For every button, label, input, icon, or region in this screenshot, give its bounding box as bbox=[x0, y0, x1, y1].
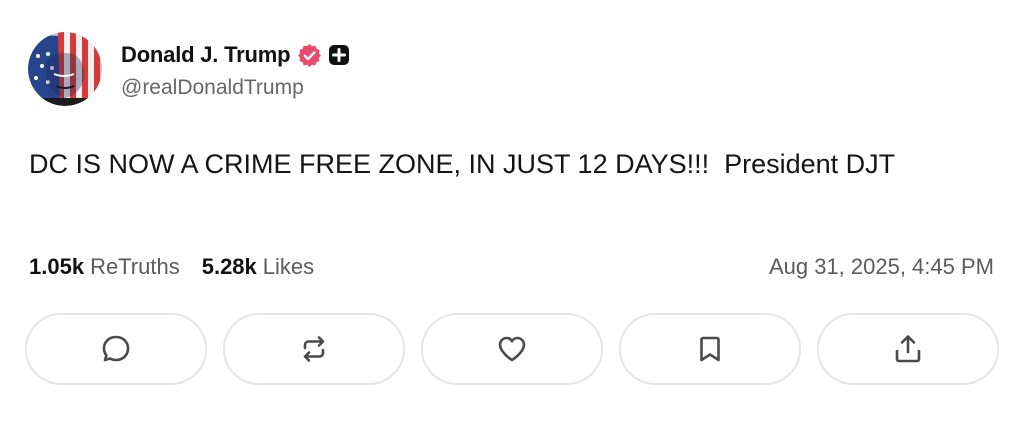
avatar[interactable] bbox=[28, 32, 102, 106]
post-text: DC IS NOW A CRIME FREE ZONE, IN JUST 12 … bbox=[29, 149, 896, 179]
truth-post: Donald J. Trump @realDonaldTrump DC IS N… bbox=[0, 0, 1024, 430]
name-row: Donald J. Trump bbox=[121, 38, 350, 72]
like-button[interactable] bbox=[421, 313, 603, 385]
post-header: Donald J. Trump @realDonaldTrump bbox=[28, 32, 350, 106]
reply-icon bbox=[99, 332, 133, 366]
verified-badge-icon bbox=[297, 43, 322, 68]
retruth-icon bbox=[297, 332, 331, 366]
post-stats: 1.05k ReTruths 5.28k Likes bbox=[29, 254, 314, 280]
author-handle[interactable]: @realDonaldTrump bbox=[121, 76, 350, 100]
bookmark-icon bbox=[693, 332, 727, 366]
retruth-button[interactable] bbox=[223, 313, 405, 385]
plus-badge-icon bbox=[328, 44, 350, 66]
retruths-count: 1.05k bbox=[29, 254, 85, 279]
action-bar bbox=[25, 313, 999, 385]
likes-label: Likes bbox=[262, 254, 315, 279]
post-timestamp: Aug 31, 2025, 4:45 PM bbox=[768, 254, 994, 279]
author-display-name[interactable]: Donald J. Trump bbox=[121, 42, 291, 68]
author-info: Donald J. Trump @realDonaldTrump bbox=[121, 38, 350, 100]
likes-stat[interactable]: 5.28k Likes bbox=[202, 254, 314, 280]
share-button[interactable] bbox=[817, 313, 999, 385]
avatar-image bbox=[28, 32, 102, 106]
bookmark-button[interactable] bbox=[619, 313, 801, 385]
retruths-label: ReTruths bbox=[90, 254, 180, 279]
like-heart-icon bbox=[495, 332, 529, 366]
likes-count: 5.28k bbox=[201, 254, 257, 279]
reply-button[interactable] bbox=[25, 313, 207, 385]
share-icon bbox=[891, 332, 925, 366]
retruths-stat[interactable]: 1.05k ReTruths bbox=[29, 254, 180, 280]
